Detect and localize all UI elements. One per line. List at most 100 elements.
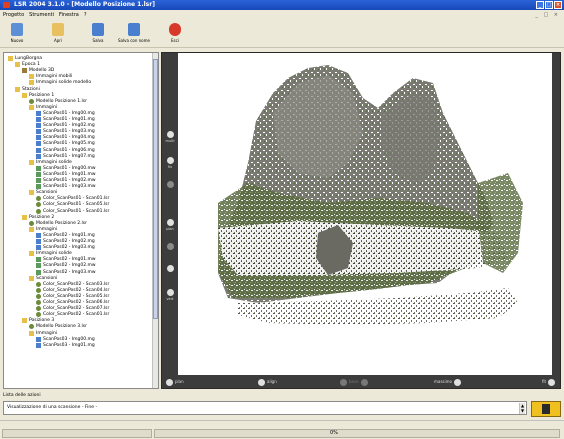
tree-item[interactable]: Immagini solide modello: [29, 80, 91, 86]
doc-icon: [36, 129, 41, 135]
open-button[interactable]: Apri: [48, 22, 68, 46]
project-tree-panel: LungBorgna Epoca 1 Modello 3D Immagini mobi…: [3, 52, 159, 389]
tree-item[interactable]: ScanPos01 - Img05.mg: [36, 141, 95, 147]
new-button[interactable]: Nuovo: [6, 22, 28, 46]
plan-tool[interactable]: plan: [164, 219, 176, 231]
gear-icon: [36, 281, 41, 287]
tree-item-label: ScanPos01 - Img03.mw: [43, 184, 96, 190]
save-button[interactable]: Salva: [88, 22, 108, 46]
folder-icon: [22, 92, 27, 98]
base-button[interactable]: base: [340, 378, 370, 386]
toolbar: Nuovo Apri Salva Salva con nome Esci: [0, 20, 564, 48]
maximize-view-button[interactable]: massimo: [434, 378, 463, 386]
doc-icon: [36, 232, 41, 238]
tree-item-label: Color_ScanPos02 - Scan04.lsr: [43, 287, 110, 293]
vert-tool[interactable]: vert: [164, 289, 176, 301]
tree-item[interactable]: ScanPos01 - Img00.mg: [36, 110, 95, 117]
tree-item[interactable]: Scansioni: [29, 275, 57, 282]
folder-icon: [15, 86, 20, 92]
tree-item-label: ScanPos02 - Img02.mw: [43, 263, 96, 269]
fit-button[interactable]: fit: [542, 378, 557, 386]
gear-icon: [36, 293, 41, 299]
doc-icon: [36, 239, 41, 244]
align-icon: [258, 378, 265, 386]
tree-item[interactable]: Color_ScanPos01 - Scan05.lsr: [36, 202, 109, 208]
plan-icon: [166, 219, 174, 226]
tree-item-label: ScanPos02 - Img01.mg: [43, 232, 95, 238]
mdi-window-controls[interactable]: _ □ ×: [535, 10, 560, 20]
disabled-tool[interactable]: [164, 181, 176, 189]
tree-item[interactable]: Posizione 1: [22, 92, 54, 99]
save-icon: [92, 23, 104, 36]
tree-item-label: Posizione 2: [29, 214, 55, 220]
tree-item-label: Color_ScanPos01 - Scan01.lsr: [43, 196, 110, 202]
tree-item[interactable]: ScanPos03 - Img01.mg: [36, 342, 95, 349]
tree-item-label: Epoca 1: [22, 62, 40, 68]
tree-item[interactable]: Modello Posizione 2.lsr: [29, 220, 87, 227]
close-button[interactable]: ×: [554, 1, 562, 9]
fix-tool[interactable]: fix: [164, 157, 176, 169]
align-button[interactable]: align: [258, 378, 277, 386]
maximize-view-icon: [453, 378, 461, 386]
orbit-tool[interactable]: [164, 265, 176, 273]
vert-tool-label: vert: [166, 297, 174, 301]
tree-item[interactable]: ScanPos02 - Img01.mg: [36, 232, 95, 239]
tree-item-label: ScanPos01 - Img06.mg: [43, 147, 95, 153]
multi-icon: [166, 131, 174, 138]
tree-item[interactable]: Modello Posizione 3.lsr: [29, 324, 87, 330]
tree-item[interactable]: ScanPos01 - Img00.mw: [36, 165, 96, 172]
tree-item-label: Immagini: [36, 104, 58, 110]
tree-item[interactable]: ScanPos02 - Img02.mw: [36, 263, 96, 269]
tree-item[interactable]: Color_ScanPos02 - Scan05.lsr: [36, 293, 109, 300]
maximize-button[interactable]: □: [545, 1, 553, 9]
action-list-field[interactable]: Visualizzazione di una scansione - Fine …: [3, 401, 527, 415]
exit-button[interactable]: Esci: [166, 22, 184, 46]
tree-item-label: Posizione 3: [29, 318, 55, 324]
plan-view-button[interactable]: plan: [166, 378, 184, 386]
menu-progetto[interactable]: Progetto: [3, 10, 24, 20]
tree-scrollbar-thumb[interactable]: [153, 59, 158, 319]
3d-viewer: multi fix plan vert plan align base mass…: [161, 52, 561, 389]
doc-icon: [36, 342, 41, 348]
tree-item[interactable]: Immagini: [29, 330, 57, 337]
minimize-button[interactable]: _: [536, 1, 544, 9]
tree-item[interactable]: ScanPos01 - Img06.mg: [36, 147, 95, 154]
tree-item[interactable]: Color_ScanPos02 - Scan04.lsr: [36, 287, 110, 294]
tree-item-label: Color_ScanPos01 - Scan05.lsr: [43, 202, 110, 208]
gear-icon: [29, 98, 34, 104]
tree-item[interactable]: Modello Posizione 1.lsr: [29, 98, 87, 105]
multi-tool[interactable]: multi: [164, 131, 176, 143]
menu-strumenti[interactable]: Strumenti: [29, 10, 54, 20]
save-as-button[interactable]: Salva con nome: [116, 22, 152, 46]
disabled-tool-2[interactable]: [164, 243, 176, 251]
folder-icon: [29, 251, 34, 257]
tree-item[interactable]: ScanPos03 - Img00.mg: [36, 336, 95, 343]
orbit-icon: [166, 265, 174, 272]
action-list-spinner[interactable]: ▲ ▼: [519, 403, 525, 414]
menu-finestra[interactable]: Finestra: [59, 10, 79, 20]
scan-icon: [36, 178, 41, 183]
gear-icon: [29, 324, 34, 330]
tree-item[interactable]: Posizione 2: [22, 214, 55, 221]
tree-item[interactable]: Immagini solide: [29, 159, 72, 166]
tree-item-label: ScanPos01 - Img04.mg: [43, 135, 95, 141]
menu-help[interactable]: ?: [84, 10, 87, 20]
tree-item[interactable]: ScanPos01 - Img01.mw: [36, 171, 96, 178]
tree-item[interactable]: Immagini: [29, 104, 58, 111]
folder-icon: [15, 62, 20, 68]
tree-item[interactable]: ScanPos01 - Img07.mg: [36, 153, 95, 160]
exit-icon: [169, 23, 181, 36]
point-cloud-render: [218, 65, 523, 325]
tree-scrollbar[interactable]: [152, 53, 158, 388]
tree-item[interactable]: Color_ScanPos02 - Scan03.lsr: [36, 281, 109, 288]
point-cloud-canvas[interactable]: [178, 53, 552, 375]
tree-item-label: ScanPos02 - Img03.mw: [43, 269, 96, 275]
tree-item-label: Immagini mobili: [36, 74, 73, 80]
tree-item[interactable]: ScanPos02 - Img03.mw: [36, 269, 96, 276]
tree-item[interactable]: Color_ScanPos01 - Scan01.lsr: [36, 208, 109, 215]
gear-icon: [36, 287, 41, 293]
tree-item-label: Modello Posizione 3.lsr: [36, 324, 88, 330]
plan-tool-label: plan: [166, 227, 174, 231]
tree-item[interactable]: Immagini: [29, 226, 57, 233]
tree-item[interactable]: Stazioni: [15, 86, 40, 93]
